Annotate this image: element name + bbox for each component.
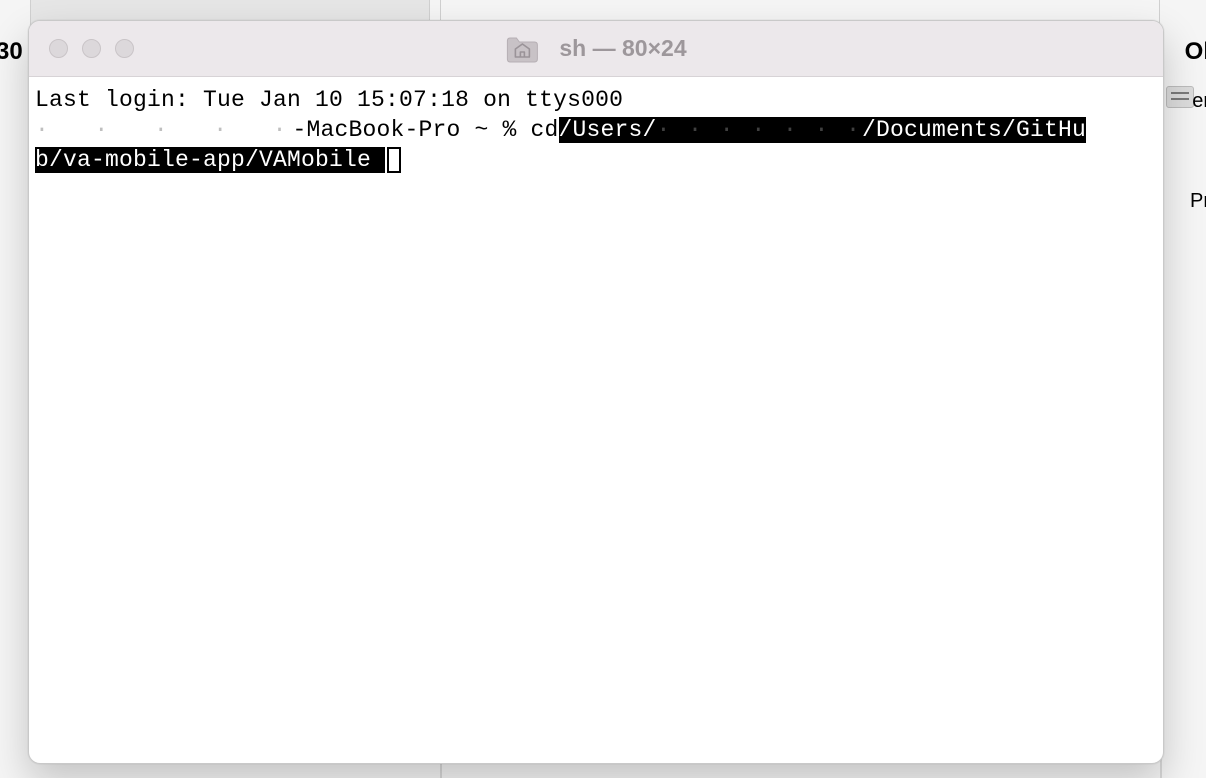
background-text-fragment: er [1192, 90, 1206, 113]
list-icon [1166, 86, 1194, 108]
terminal-content[interactable]: Last login: Tue Jan 10 15:07:18 on ttys0… [29, 77, 1163, 763]
home-folder-icon [505, 35, 539, 63]
terminal-line-prompt-continued: b/va-mobile-app/VAMobile [35, 145, 1157, 175]
terminal-window[interactable]: sh — 80×24 Last login: Tue Jan 10 15:07:… [28, 20, 1164, 764]
background-text-fragment: Ol [1185, 38, 1206, 66]
pasted-path-segment-2: /Documents/GitHu [862, 117, 1086, 143]
redacted-hostname-prefix: · · · · · [35, 117, 292, 143]
terminal-line-prompt: · · · · ·-MacBook-Pro ~ % cd/Users/· · ·… [35, 115, 1157, 145]
background-text-fragment: 30 [0, 38, 23, 66]
background-text-fragment: Pr [1190, 190, 1206, 213]
window-titlebar[interactable]: sh — 80×24 [29, 21, 1163, 77]
redacted-username: · · · · · · · [657, 117, 862, 143]
command-cd: cd [530, 117, 558, 143]
terminal-line-last-login: Last login: Tue Jan 10 15:07:18 on ttys0… [35, 85, 1157, 115]
traffic-lights [29, 39, 134, 58]
terminal-cursor [387, 147, 401, 173]
prompt-host-suffix: -MacBook-Pro ~ % [292, 117, 530, 143]
window-title-text: sh — 80×24 [559, 35, 686, 62]
minimize-button[interactable] [82, 39, 101, 58]
zoom-button[interactable] [115, 39, 134, 58]
pasted-path-line2: b/va-mobile-app/VAMobile [35, 147, 385, 173]
pasted-path-segment-1: /Users/ [559, 117, 657, 143]
window-title: sh — 80×24 [505, 35, 686, 63]
close-button[interactable] [49, 39, 68, 58]
